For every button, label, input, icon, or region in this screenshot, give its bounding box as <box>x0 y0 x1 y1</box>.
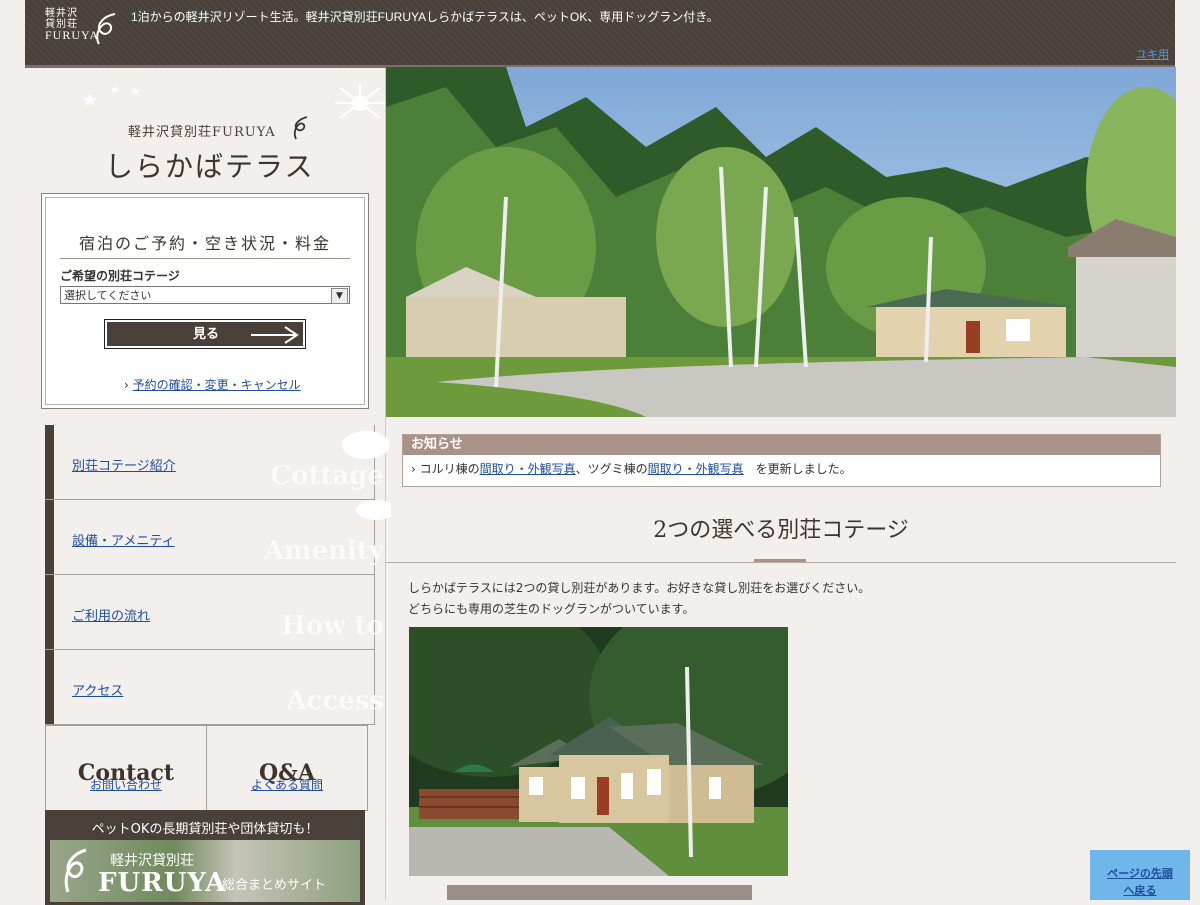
header-logo[interactable]: 軽井沢 貸別荘 FURUYA <box>45 8 135 48</box>
banner-title-line1: 軽井沢貸別荘 <box>110 853 194 869</box>
nav-bar <box>45 650 54 724</box>
contact-qa-row: Contact お問い合わせ Q&A よくある質問 <box>45 725 368 811</box>
qa-button[interactable]: Q&A よくある質問 <box>206 725 368 811</box>
banner-image[interactable]: 軽井沢貸別荘 FURUYA 総合まとめサイト <box>50 840 360 902</box>
sun-icon <box>335 83 385 119</box>
cottage-image <box>409 627 788 876</box>
hero-photo <box>386 67 1176 417</box>
nav-item-amenity[interactable]: 設備・アメニティ Amenity <box>45 500 384 575</box>
left-sidebar: 軽井沢貸別荘FURUYA しらかばテラス 宿泊のご予約・空き状況・料金 ご希望の… <box>25 68 391 905</box>
header-tagline: 1泊からの軽井沢リゾート生活。軽井沢貸別荘FURUYAしらかばテラスは、ペットO… <box>131 10 719 24</box>
nav-ghost-access: Access <box>286 686 384 716</box>
nav-link-howto[interactable]: ご利用の流れ <box>72 605 150 624</box>
arrow-right-icon <box>251 326 299 344</box>
notice-box: お知らせ › コルリ棟の間取り・外観写真、ツグミ棟の間取り・外観写真 を更新しま… <box>402 434 1161 487</box>
section-intro: しらかばテラスには2つの貸し別荘があります。お好きな貸し別荘をお選びください。 … <box>408 578 870 620</box>
logo-swirl-icon <box>96 13 116 45</box>
chevron-right-icon: › <box>124 378 133 392</box>
top-bar: 軽井沢 貸別荘 FURUYA 1泊からの軽井沢リゾート生活。軽井沢貸別荘FURU… <box>25 0 1175 68</box>
stars-icon <box>83 85 139 106</box>
site-brand[interactable]: 軽井沢貸別荘FURUYA しらかばテラス <box>65 83 385 193</box>
header-top-link[interactable]: ユキ用 <box>1136 46 1169 62</box>
notice-link-koruri[interactable]: 間取り・外観写真 <box>480 462 576 476</box>
hero-image <box>386 67 1176 417</box>
banner-swirl-icon <box>64 848 87 893</box>
main-nav: 別荘コテージ紹介 Cottage 設備・アメニティ Amenity ご利用の流れ… <box>45 425 391 725</box>
cottage-select[interactable]: 選択してください ▼ <box>60 286 350 304</box>
furuya-banner[interactable]: ペットOKの長期貸別荘や団体貸切も！ 軽井沢貸別荘 FURUYA 総合まとめサイ… <box>45 810 365 905</box>
intro-line-2: どちらにも専用の芝生のドッグランがついています。 <box>408 602 695 616</box>
banner-title-line3: 総合まとめサイト <box>222 878 327 893</box>
view-button-label: 見る <box>193 327 220 342</box>
banner-text: ペットOKの長期貸別荘や団体貸切も！ <box>91 822 319 837</box>
contact-button[interactable]: Contact お問い合わせ <box>45 725 207 811</box>
view-availability-button[interactable]: 見る <box>104 319 306 349</box>
booking-panel: 宿泊のご予約・空き状況・料金 ご希望の別荘コテージ 選択してください ▼ 見る … <box>41 193 369 409</box>
notice-body: › コルリ棟の間取り・外観写真、ツグミ棟の間取り・外観写真 を更新しました。 <box>403 455 1160 482</box>
notice-prefix: › コルリ棟の <box>411 462 480 476</box>
chevron-down-icon[interactable]: ▼ <box>331 288 348 304</box>
notice-mid: 、ツグミ棟の <box>575 462 648 476</box>
reservation-manage-link[interactable]: 予約の確認・変更・キャンセル <box>133 378 301 392</box>
cloud-icon <box>342 431 391 520</box>
booking-title: 宿泊のご予約・空き状況・料金 <box>60 230 350 259</box>
qa-link[interactable]: よくある質問 <box>207 776 367 793</box>
brand-subtitle: 軽井沢貸別荘FURUYA <box>128 125 276 140</box>
intro-line-1: しらかばテラスには2つの貸し別荘があります。お好きな貸し別荘をお選びください。 <box>408 581 871 595</box>
brand-swirl-icon <box>293 116 308 140</box>
contact-link[interactable]: お問い合わせ <box>46 776 206 793</box>
page-top-line2: へ戻る <box>1123 884 1157 897</box>
cottage-select-value: 選択してください <box>64 289 152 302</box>
notice-heading: お知らせ <box>403 435 1160 455</box>
nav-link-amenity[interactable]: 設備・アメニティ <box>72 530 175 549</box>
nav-link-cottage[interactable]: 別荘コテージ紹介 <box>72 455 176 474</box>
notice-link-tsugumi[interactable]: 間取り・外観写真 <box>648 462 744 476</box>
nav-ghost-amenity: Amenity <box>263 536 384 566</box>
nav-link-access[interactable]: アクセス <box>72 680 123 699</box>
notice-suffix: を更新しました。 <box>743 462 852 476</box>
reservation-manage-link-wrap: › 予約の確認・変更・キャンセル <box>124 376 301 393</box>
nav-item-access[interactable]: アクセス Access <box>45 650 384 725</box>
banner-title-line2: FURUYA <box>98 868 227 898</box>
nav-bar <box>45 575 54 649</box>
section-divider <box>386 562 1176 563</box>
nav-ghost-howto: How to <box>281 611 384 641</box>
brand-name: しらかばテラス <box>105 150 315 183</box>
cottage-caption-bar <box>447 885 752 900</box>
cottage-photo[interactable] <box>409 627 788 876</box>
page-top-button[interactable]: ページの先頭 へ戻る <box>1090 850 1190 900</box>
cottage-select-label: ご希望の別荘コテージ <box>60 269 180 283</box>
nav-bar <box>45 425 54 499</box>
nav-item-howto[interactable]: ご利用の流れ How to <box>45 575 384 650</box>
nav-bar <box>45 500 54 574</box>
page-top-line1: ページの先頭 <box>1107 867 1173 880</box>
nav-item-cottage[interactable]: 別荘コテージ紹介 Cottage <box>45 425 384 500</box>
section-title: 2つの選べる別荘コテージ <box>653 518 909 543</box>
